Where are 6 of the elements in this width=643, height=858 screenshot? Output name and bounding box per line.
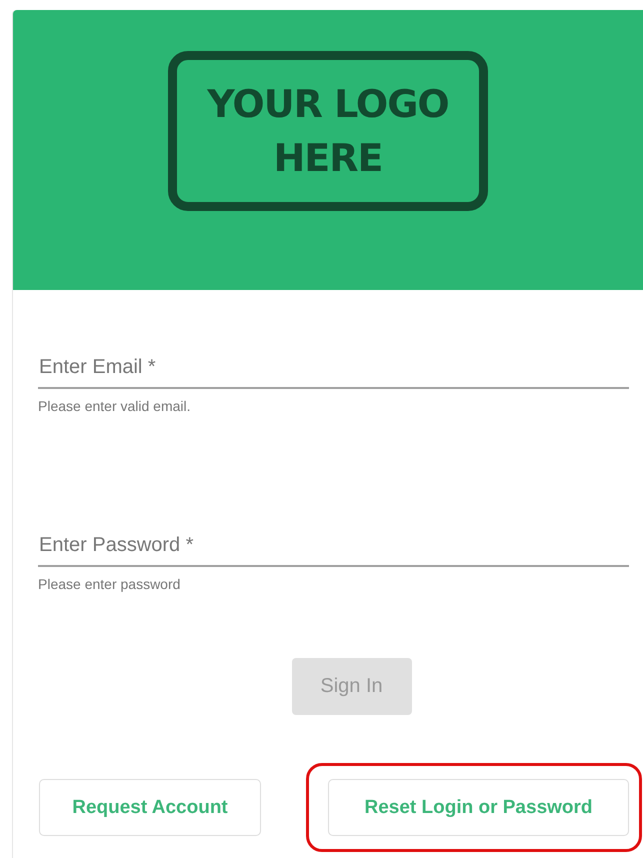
- link-button[interactable]: Reset Login or Password: [328, 779, 629, 836]
- logo-text: HERE: [274, 135, 382, 182]
- field-hint: Please enter password: [38, 576, 182, 592]
- field-hint: Please enter valid email.: [38, 398, 192, 414]
- logo-text: YOUR LOGO: [207, 81, 449, 128]
- link-button[interactable]: Request Account: [39, 779, 261, 836]
